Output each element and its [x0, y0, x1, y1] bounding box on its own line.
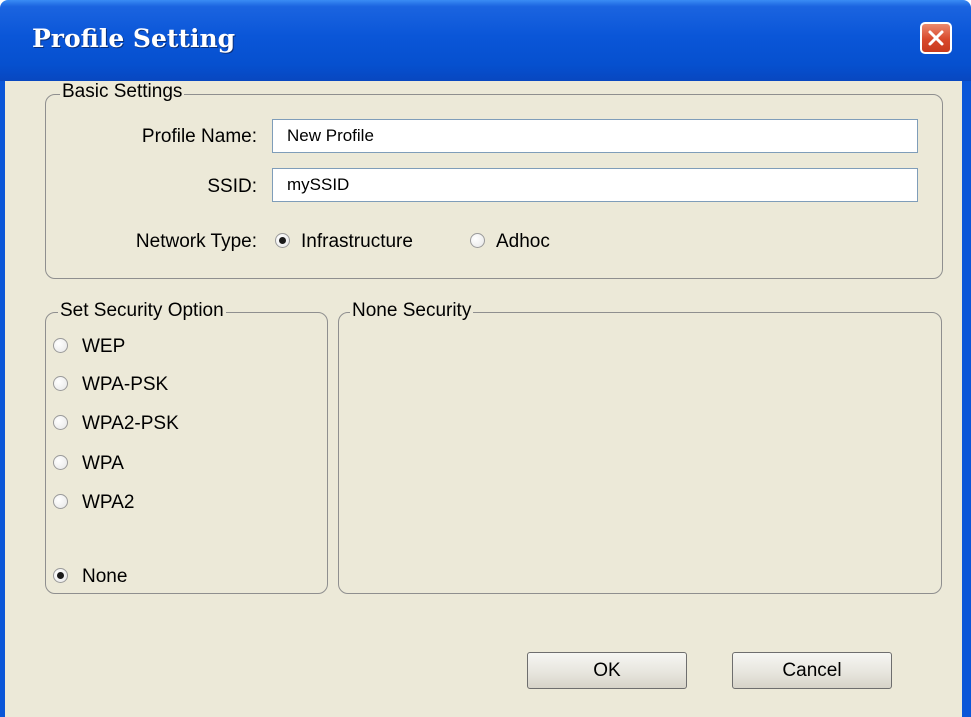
profile-name-input[interactable]: [272, 119, 918, 153]
adhoc-label[interactable]: Adhoc: [496, 231, 550, 253]
adhoc-radio[interactable]: [470, 233, 485, 248]
wpa-psk-radio[interactable]: [53, 376, 68, 391]
close-button[interactable]: [920, 22, 952, 54]
window-title: Profile Setting: [32, 24, 236, 53]
ok-button[interactable]: OK: [527, 652, 687, 689]
dialog-body: Basic Settings Profile Name: SSID: Netwo…: [5, 81, 962, 717]
wep-label[interactable]: WEP: [82, 336, 125, 358]
none-label[interactable]: None: [82, 566, 127, 588]
wpa2-radio[interactable]: [53, 494, 68, 509]
security-detail-group: [338, 312, 942, 594]
profile-setting-dialog: Profile Setting Basic Settings Profile N…: [0, 0, 971, 717]
infrastructure-radio[interactable]: [275, 233, 290, 248]
network-type-label: Network Type:: [135, 231, 257, 252]
window-frame-right: [962, 81, 971, 717]
title-bar[interactable]: Profile Setting: [0, 0, 971, 81]
wpa-radio[interactable]: [53, 455, 68, 470]
wpa-label[interactable]: WPA: [82, 453, 124, 475]
wpa-psk-label[interactable]: WPA-PSK: [82, 374, 168, 396]
basic-settings-legend: Basic Settings: [60, 81, 185, 103]
security-detail-legend: None Security: [350, 300, 474, 322]
wpa2-label[interactable]: WPA2: [82, 492, 134, 514]
wep-radio[interactable]: [53, 338, 68, 353]
close-icon: [928, 30, 944, 46]
profile-name-label: Profile Name:: [141, 126, 257, 147]
cancel-button[interactable]: Cancel: [732, 652, 892, 689]
wpa2-psk-label[interactable]: WPA2-PSK: [82, 413, 179, 435]
security-option-legend: Set Security Option: [58, 300, 226, 322]
none-radio[interactable]: [53, 568, 68, 583]
wpa2-psk-radio[interactable]: [53, 415, 68, 430]
ssid-label: SSID:: [207, 176, 257, 197]
ssid-input[interactable]: [272, 168, 918, 202]
infrastructure-label[interactable]: Infrastructure: [301, 231, 413, 253]
